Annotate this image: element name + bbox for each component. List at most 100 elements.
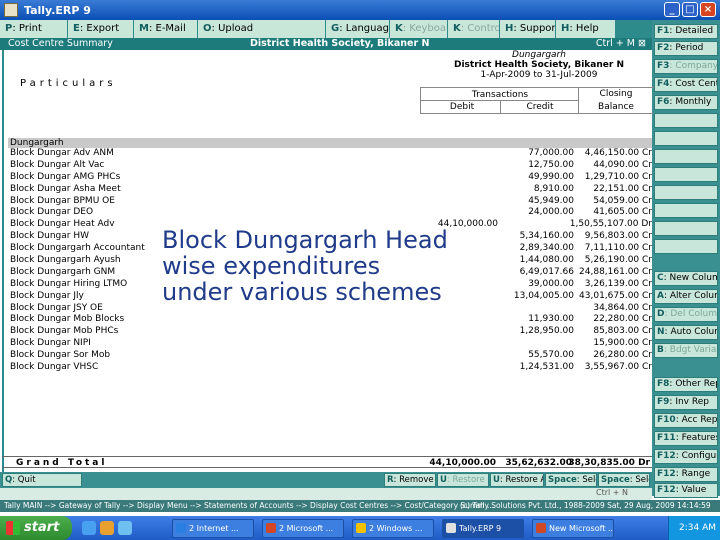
taskbar-task-4[interactable]: New Microsoft ... bbox=[532, 519, 614, 538]
menu-key: K bbox=[395, 23, 403, 34]
right-button-24[interactable]: F12: Value bbox=[654, 483, 718, 498]
company-name-header: District Health Society, Bikaner N bbox=[250, 38, 430, 49]
table-row[interactable]: Block Dungar Mob PHCs 1,28,950.00 85,803.0… bbox=[8, 326, 652, 338]
right-button-0[interactable]: F1: Detailed bbox=[654, 24, 718, 39]
slide-caption: Block Dungargarh Head wise expenditures … bbox=[162, 226, 448, 306]
row-name: Block Dungar HW bbox=[10, 231, 89, 242]
task-label: 2 Microsoft ... bbox=[279, 524, 334, 533]
table-row[interactable]: Block Dungar Mob Blocks 11,930.00 22,280.0… bbox=[8, 314, 652, 326]
button-label: : Bdgt Variance bbox=[663, 345, 717, 355]
ie-quicklaunch-icon[interactable] bbox=[82, 521, 96, 535]
table-row[interactable]: Block Dungar Alt Vac 12,750.00 44,090.00 C… bbox=[8, 160, 652, 172]
right-button-16[interactable]: N: Auto Column bbox=[654, 325, 718, 340]
table-row[interactable]: Block Dungar AMG PHCs 49,990.00 1,29,710.0… bbox=[8, 172, 652, 184]
right-button-3[interactable]: F4: Cost Centre bbox=[654, 77, 718, 92]
taskbar-task-2[interactable]: 2 Windows ... bbox=[352, 519, 434, 538]
right-button-1[interactable]: F2: Period bbox=[654, 41, 718, 56]
taskbar-task-1[interactable]: 2 Microsoft ... bbox=[262, 519, 344, 538]
right-button-20[interactable]: F10: Acc Rep bbox=[654, 413, 718, 428]
grand-total-row: Grand Total 44,10,000.00 35,62,632.00 38… bbox=[2, 456, 652, 468]
debit-heading: Debit bbox=[449, 102, 475, 112]
bottom-button-3[interactable]: U: Restore All bbox=[490, 473, 544, 487]
start-button[interactable]: start bbox=[0, 516, 72, 540]
system-tray-clock[interactable]: 2:34 AM bbox=[668, 516, 720, 540]
row-credit: 2,89,340.00 bbox=[519, 243, 574, 254]
right-button-18[interactable]: F8: Other Rep bbox=[654, 377, 718, 392]
row-credit: 49,990.00 bbox=[528, 171, 574, 182]
ctrl-n-shortcut[interactable]: Ctrl + N bbox=[596, 488, 628, 499]
table-row[interactable]: Block Dungar NIPI 15,900.00 Cr bbox=[8, 338, 652, 350]
bottom-button-5[interactable]: Space: Select bbox=[598, 473, 650, 487]
menu-item-8[interactable]: H: Help bbox=[556, 20, 616, 38]
menu-item-4[interactable]: G: Language bbox=[326, 20, 390, 38]
right-button-22[interactable]: F12: Configure bbox=[654, 449, 718, 464]
bottom-button-0[interactable]: Q: Quit bbox=[2, 473, 82, 487]
table-row[interactable]: Block Dungar Asha Meet 8,910.00 22,151.00 … bbox=[8, 184, 652, 196]
bottom-button-4[interactable]: Space: Select bbox=[545, 473, 597, 487]
media-quicklaunch-icon[interactable] bbox=[100, 521, 114, 535]
button-label: : Other Rep bbox=[669, 379, 718, 389]
right-button-23[interactable]: F12: Range bbox=[654, 467, 718, 482]
grand-total-label: Grand Total bbox=[16, 458, 108, 468]
table-row[interactable]: Block Dungar VHSC 1,24,531.00 3,55,967.00 … bbox=[8, 362, 652, 374]
desktop-quicklaunch-icon[interactable] bbox=[118, 521, 132, 535]
table-row[interactable]: Block Dungar Adv ANM 77,000.00 4,46,150.00… bbox=[8, 148, 652, 160]
divider bbox=[420, 113, 654, 114]
row-closing: 15,900.00 Cr bbox=[593, 338, 652, 349]
menu-item-3[interactable]: O: Upload bbox=[198, 20, 326, 38]
button-label: : Del Column bbox=[664, 309, 718, 319]
right-button-19[interactable]: F9: Inv Rep bbox=[654, 395, 718, 410]
task-label: 2 Internet ... bbox=[189, 524, 239, 533]
right-button-empty bbox=[654, 131, 718, 146]
button-label: : Restore Line bbox=[446, 475, 488, 485]
maximize-button[interactable]: □ bbox=[682, 2, 698, 17]
right-button-4[interactable]: F6: Monthly bbox=[654, 95, 718, 110]
menu-item-7[interactable]: H: Support Centre bbox=[500, 20, 556, 38]
row-closing: 43,01,675.00 Cr bbox=[579, 290, 652, 301]
table-row[interactable]: Block Dungar Sor Mob 55,570.00 26,280.00 C… bbox=[8, 350, 652, 362]
ctrl-m-shortcut[interactable]: Ctrl + M ⊠ bbox=[596, 38, 646, 50]
right-button-empty bbox=[654, 221, 718, 236]
right-button-17[interactable]: B: Bdgt Variance bbox=[654, 343, 718, 358]
menu-item-6[interactable]: K: Control Centre bbox=[448, 20, 500, 38]
menu-item-1[interactable]: E: Export bbox=[68, 20, 134, 38]
button-key: B bbox=[657, 345, 664, 355]
button-label: : Auto Column bbox=[664, 327, 717, 337]
right-button-13[interactable]: C: New Column bbox=[654, 271, 718, 286]
button-key: A bbox=[657, 291, 664, 301]
bottom-button-1[interactable]: R: Remove Line bbox=[384, 473, 436, 487]
divider bbox=[578, 87, 579, 114]
minimize-button[interactable]: _ bbox=[664, 2, 680, 17]
right-button-21[interactable]: F11: Features bbox=[654, 431, 718, 446]
table-row[interactable]: Block Dungar DEO 24,000.00 41,605.00 Cr bbox=[8, 207, 652, 219]
right-button-2[interactable]: F3: Company bbox=[654, 59, 718, 74]
right-button-14[interactable]: A: Alter Column bbox=[654, 289, 718, 304]
row-closing: 22,280.00 Cr bbox=[593, 314, 652, 325]
company-italic: Dungargarh bbox=[512, 50, 566, 60]
menu-item-5[interactable]: K: Keyboard bbox=[390, 20, 448, 38]
row-closing: 1,50,55,107.00 Dr bbox=[569, 219, 652, 230]
taskbar-task-0[interactable]: 2 Internet ... bbox=[172, 519, 254, 538]
button-key: F12 bbox=[657, 485, 676, 495]
task-app-icon bbox=[176, 523, 186, 533]
menu-item-2[interactable]: M: E-Mail bbox=[134, 20, 198, 38]
task-app-icon bbox=[536, 523, 546, 533]
row-name: Block Dungar Jly bbox=[10, 290, 84, 301]
row-credit: 77,000.00 bbox=[528, 148, 574, 158]
right-button-empty bbox=[654, 167, 718, 182]
divider bbox=[420, 100, 578, 101]
row-name: Block Dungar BPMU OE bbox=[10, 195, 115, 206]
row-name: Block Dungar Sor Mob bbox=[10, 350, 111, 361]
taskbar-task-3[interactable]: Tally.ERP 9 bbox=[442, 519, 524, 538]
group-row-dungargarh[interactable]: Dungargarh bbox=[8, 138, 652, 148]
window-controls: _ □ × bbox=[664, 2, 716, 17]
menu-label: : Export bbox=[79, 23, 120, 34]
right-button-15[interactable]: D: Del Column bbox=[654, 307, 718, 322]
table-row[interactable]: Block Dungar BPMU OE 45,949.00 54,059.00 C… bbox=[8, 196, 652, 208]
task-app-icon bbox=[446, 523, 456, 533]
bottom-button-2[interactable]: U: Restore Line bbox=[437, 473, 489, 487]
close-button[interactable]: × bbox=[700, 2, 716, 17]
menu-item-0[interactable]: P: Print bbox=[0, 20, 68, 38]
row-closing: 26,280.00 Cr bbox=[593, 350, 652, 361]
row-name: Block Dungar VHSC bbox=[10, 362, 99, 373]
